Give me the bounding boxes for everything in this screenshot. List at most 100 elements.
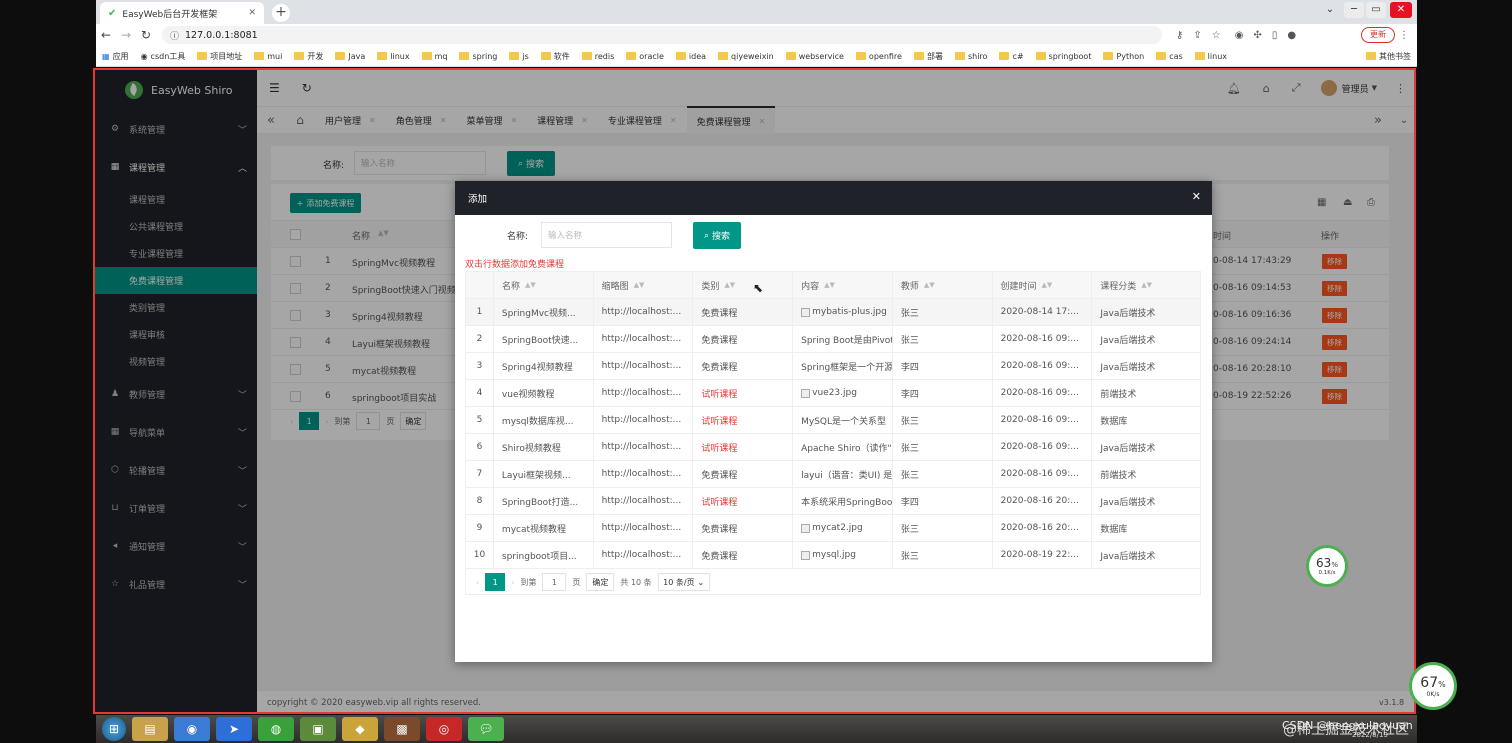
row-teacher: 张三 bbox=[900, 416, 919, 427]
per-page-select[interactable]: 10 条/页 ⌄ bbox=[657, 573, 710, 591]
bookmark-item[interactable]: 部署 bbox=[913, 51, 943, 62]
tab-search-icon[interactable]: ⌄ bbox=[1320, 2, 1340, 18]
row-name: SpringBoot打造... bbox=[501, 497, 579, 508]
sort-icon[interactable]: ▲▼ bbox=[1042, 281, 1053, 289]
bookmark-item[interactable]: Java bbox=[335, 52, 365, 61]
folder-icon bbox=[675, 52, 686, 60]
dialog-table-row[interactable]: 9 mycat视频教程 http://localhost:... 免费课程 mycat2… bbox=[465, 515, 1201, 542]
dialog-goto-confirm[interactable]: 确定 bbox=[586, 573, 615, 591]
dialog-col-header[interactable]: 类别 ▲▼ bbox=[693, 272, 794, 298]
other-bookmarks[interactable]: 其他书签 bbox=[1366, 51, 1411, 62]
dialog-table-row[interactable]: 6 Shiro视频教程 http://localhost:... 试听课程 Apache… bbox=[465, 434, 1201, 461]
sort-icon[interactable]: ▲▼ bbox=[1141, 281, 1152, 289]
sort-icon[interactable]: ▲▼ bbox=[724, 281, 735, 289]
explorer-icon[interactable]: ▤ bbox=[132, 717, 168, 741]
reload-icon[interactable]: ↻ bbox=[136, 28, 156, 42]
bookmark-item[interactable]: ▦ 应用 bbox=[102, 51, 129, 62]
sort-icon[interactable]: ▲▼ bbox=[924, 281, 935, 289]
dialog-goto-label: 到第 bbox=[520, 577, 537, 587]
update-button[interactable]: 更新 bbox=[1361, 27, 1395, 43]
row-teacher: 张三 bbox=[900, 335, 919, 346]
app-icon-red[interactable]: ◎ bbox=[426, 717, 462, 741]
bookmark-item[interactable]: 项目地址 bbox=[197, 51, 242, 62]
folder-icon bbox=[999, 52, 1010, 60]
dialog-table-row[interactable]: 1 SpringMvc视频... http://localhost:... 免费课程 m… bbox=[465, 299, 1201, 326]
chrome-icon[interactable]: ◉ bbox=[174, 717, 210, 741]
dialog-col-header[interactable]: 缩略图 ▲▼ bbox=[594, 272, 694, 298]
bookmark-item[interactable]: ◉ csdn工具 bbox=[141, 51, 186, 62]
bookmark-item[interactable]: qiyeweixin bbox=[718, 52, 774, 61]
dialog-col-header[interactable]: 教师 ▲▼ bbox=[893, 272, 993, 298]
dialog-table-row[interactable]: 8 SpringBoot打造... http://localhost:... 试听课程… bbox=[465, 488, 1201, 515]
bookmark-item[interactable]: mui bbox=[254, 52, 282, 61]
close-tab-icon[interactable]: ✕ bbox=[248, 8, 256, 18]
row-created: 2020-08-16 09:... bbox=[1000, 334, 1079, 344]
wechat-icon[interactable]: ◍ bbox=[258, 717, 294, 741]
sidepanel-icon[interactable]: ▯ bbox=[1272, 30, 1278, 41]
start-icon[interactable]: ⊞ bbox=[102, 717, 126, 741]
maximize-button[interactable]: ▭ bbox=[1366, 2, 1386, 18]
bookmark-item[interactable]: oracle bbox=[626, 52, 664, 61]
close-window-button[interactable]: ✕ bbox=[1390, 2, 1412, 18]
back-icon[interactable]: ← bbox=[96, 28, 116, 42]
dialog-goto-input[interactable]: 1 bbox=[542, 573, 567, 591]
chat-icon[interactable]: 💬︎ bbox=[468, 717, 504, 741]
bookmark-item[interactable]: linux bbox=[377, 52, 410, 61]
sort-icon[interactable]: ▲▼ bbox=[634, 281, 645, 289]
share-icon[interactable]: ⇪ bbox=[1193, 30, 1201, 41]
key-icon[interactable]: ⚷ bbox=[1176, 30, 1183, 41]
dialog-page-current[interactable]: 1 bbox=[485, 573, 506, 591]
new-tab-button[interactable]: + bbox=[272, 4, 290, 22]
dialog-col-header[interactable]: 创建时间 ▲▼ bbox=[993, 272, 1093, 298]
dialog-table-row[interactable]: 5 mysql数据库视... http://localhost:... 试听课程 MyS… bbox=[465, 407, 1201, 434]
minimize-button[interactable]: ─ bbox=[1344, 2, 1364, 18]
sort-icon[interactable]: ▲▼ bbox=[824, 281, 835, 289]
bookmark-item[interactable]: Python bbox=[1103, 52, 1144, 61]
browser-tab[interactable]: ✔ EasyWeb后台开发框架 ✕ bbox=[100, 2, 264, 24]
app-icon-brown[interactable]: ▩ bbox=[384, 717, 420, 741]
bookmark-item[interactable]: c# bbox=[999, 52, 1024, 61]
row-type: 免费课程 bbox=[701, 551, 738, 562]
prev-page-icon[interactable]: ‹ bbox=[476, 578, 479, 587]
puzzle-icon[interactable]: ✣ bbox=[1253, 30, 1261, 41]
app-icon-blue[interactable]: ➤ bbox=[216, 717, 252, 741]
bookmark-item[interactable]: webservice bbox=[785, 52, 844, 61]
dialog-table-row[interactable]: 3 Spring4视频教程 http://localhost:... 免费课程 Spri… bbox=[465, 353, 1201, 380]
dialog-col-header[interactable]: 内容 ▲▼ bbox=[793, 272, 893, 298]
bookmark-item[interactable]: openfire bbox=[855, 52, 902, 61]
bookmark-item[interactable]: js bbox=[509, 52, 529, 61]
bookmark-item[interactable]: shiro bbox=[954, 52, 987, 61]
app-icon-yellow[interactable]: ◆ bbox=[342, 717, 378, 741]
url-text: 127.0.0.1:8081 bbox=[185, 29, 258, 41]
row-teacher: 张三 bbox=[900, 470, 919, 481]
app-icon-green[interactable]: ▣ bbox=[300, 717, 336, 741]
forward-icon[interactable]: → bbox=[116, 28, 136, 42]
row-created: 2020-08-19 22:... bbox=[1000, 550, 1079, 560]
dialog-search-input[interactable]: 输入名称 bbox=[541, 222, 672, 248]
bookmark-item[interactable]: spring bbox=[459, 52, 497, 61]
bookmark-item[interactable]: redis bbox=[581, 52, 614, 61]
bookmark-item[interactable]: 软件 bbox=[540, 51, 570, 62]
dialog-table-row[interactable]: 4 vue视频教程 http://localhost:... 试听课程 vue23.jp… bbox=[465, 380, 1201, 407]
bookmark-item[interactable]: linux bbox=[1194, 52, 1227, 61]
bookmark-item[interactable]: mq bbox=[421, 52, 447, 61]
bookmark-item[interactable]: idea bbox=[675, 52, 706, 61]
close-icon[interactable]: ✕ bbox=[1192, 190, 1201, 203]
profile-icon[interactable]: ● bbox=[1287, 30, 1296, 41]
next-page-icon[interactable]: › bbox=[511, 578, 514, 587]
bookmark-item[interactable]: springboot bbox=[1035, 52, 1091, 61]
bookmark-item[interactable]: 开发 bbox=[294, 51, 323, 62]
url-bar[interactable]: ⓘ 127.0.0.1:8081 bbox=[162, 26, 1162, 44]
menu-dots-icon[interactable]: ⋮ bbox=[1399, 30, 1409, 41]
star-bookmark-icon[interactable]: ☆ bbox=[1212, 30, 1221, 41]
extension-icon[interactable]: ◉ bbox=[1235, 30, 1244, 41]
dialog-table-row[interactable]: 7 Layui框架视频... http://localhost:... 免费课程 lay… bbox=[465, 461, 1201, 488]
dialog-table-row[interactable]: 10 springboot项目... http://localhost:... 免费课… bbox=[465, 542, 1201, 569]
dialog-col-header[interactable]: 课程分类 ▲▼ bbox=[1092, 272, 1200, 298]
dialog-table-row[interactable]: 2 SpringBoot快速... http://localhost:... 免费课程… bbox=[465, 326, 1201, 353]
row-category: 前端技术 bbox=[1100, 470, 1137, 481]
dialog-col-header[interactable]: 名称 ▲▼ bbox=[494, 272, 594, 298]
dialog-search-button[interactable]: ⌕ 搜索 bbox=[693, 222, 741, 249]
bookmark-item[interactable]: cas bbox=[1156, 52, 1183, 61]
sort-icon[interactable]: ▲▼ bbox=[525, 281, 536, 289]
